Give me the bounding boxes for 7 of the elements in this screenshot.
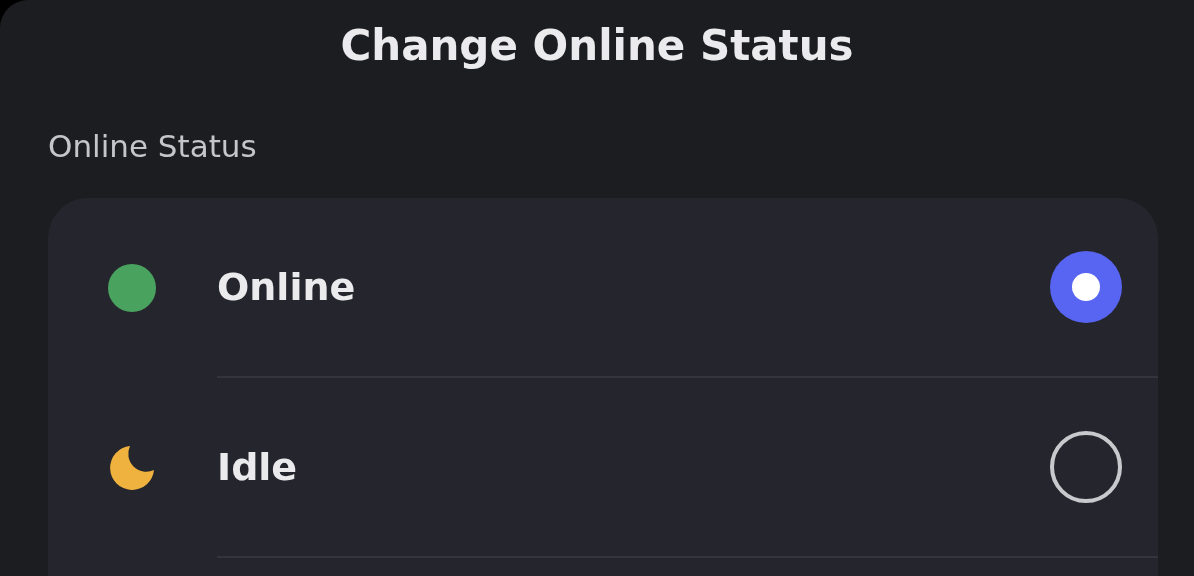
status-option[interactable]: Online	[48, 198, 1158, 378]
status-option[interactable]: Idle	[48, 378, 1158, 558]
status-label: Online	[217, 263, 357, 311]
radio-button[interactable]	[1050, 431, 1122, 503]
dialog-title: Change Online Status	[340, 20, 854, 72]
status-label: Idle	[217, 443, 299, 491]
section-label: Online Status	[48, 127, 257, 166]
